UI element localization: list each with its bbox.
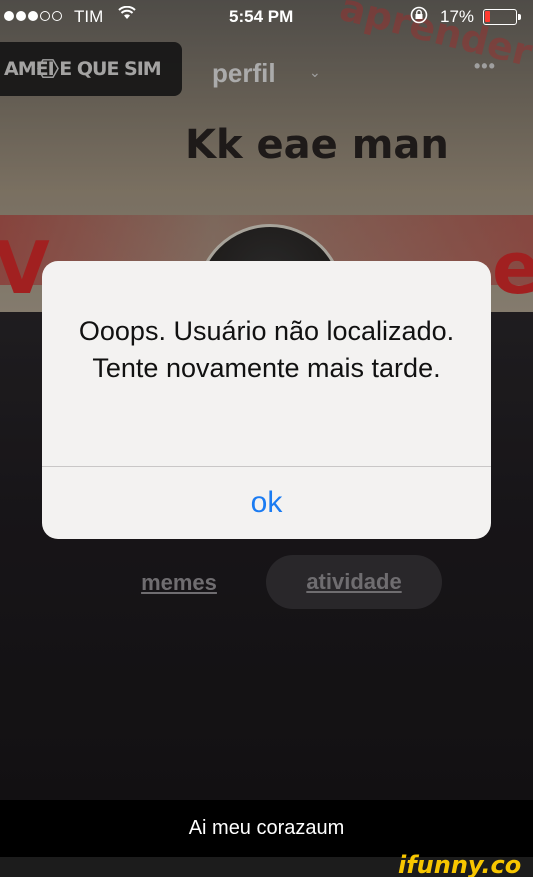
battery-icon — [483, 9, 521, 25]
meme-caption: Ai meu corazaum — [0, 800, 533, 857]
battery-level-fill — [485, 11, 490, 22]
alert-message: Ooops. Usuário não localizado. Tente nov… — [78, 316, 455, 383]
battery-percent: 17% — [440, 7, 475, 26]
signal-dot — [40, 11, 50, 21]
rotation-lock-icon — [410, 6, 428, 29]
signal-dot — [16, 11, 26, 21]
signal-strength-icon — [4, 11, 62, 21]
alert-dialog: Ooops. Usuário não localizado. Tente nov… — [42, 261, 491, 539]
ifunny-watermark: ifunny.co — [398, 851, 522, 877]
signal-dot — [4, 11, 14, 21]
ok-button[interactable]: ok — [42, 467, 491, 539]
signal-dot — [28, 11, 38, 21]
wifi-icon — [118, 5, 136, 25]
status-time: 5:54 PM — [229, 7, 294, 26]
signal-dot — [52, 11, 62, 21]
status-bar: TIM 5:54 PM 17% — [0, 0, 533, 36]
carrier-name: TIM — [74, 7, 104, 26]
